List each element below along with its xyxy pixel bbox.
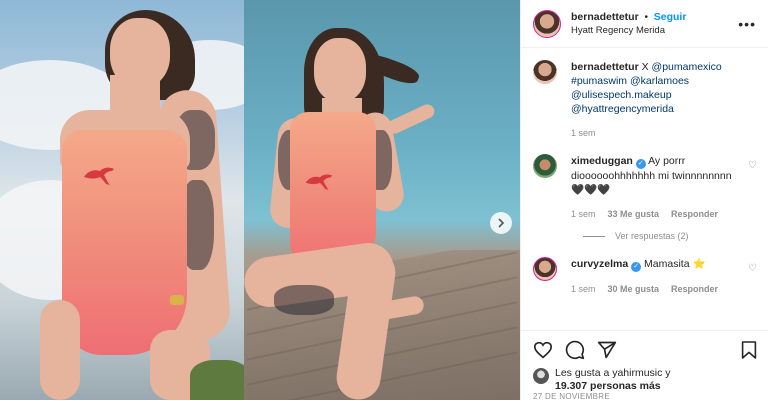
caption-avatar[interactable]	[533, 60, 557, 84]
mention-pumamexico[interactable]: @pumamexico	[652, 61, 722, 73]
share-icon[interactable]	[597, 340, 617, 360]
commenter-username[interactable]: curvyzelma	[571, 258, 628, 270]
view-replies-label: Ver respuestas (2)	[615, 231, 689, 241]
commenter-avatar[interactable]	[533, 154, 557, 178]
photo-woman-sitting	[244, 0, 520, 400]
comment-like-heart-icon[interactable]: ♡	[748, 160, 757, 171]
verified-badge-icon: ✓	[631, 262, 642, 272]
comment-time[interactable]: 1 sem	[571, 282, 596, 296]
instagram-post: bernadettetur • Seguir Hyatt Regency Mer…	[0, 0, 768, 401]
mention-ulisespech[interactable]: @ulisespech.makeup	[571, 89, 672, 101]
author-avatar[interactable]	[533, 9, 561, 38]
photo-woman-standing	[0, 0, 244, 400]
likes-summary[interactable]: Les gusta a yahirmusic y 19.307 personas…	[533, 367, 757, 393]
hashtag-pumaswim[interactable]: #pumaswim	[571, 75, 627, 87]
heart-icon[interactable]	[533, 341, 553, 359]
view-replies-button[interactable]: Ver respuestas (2)	[583, 231, 757, 241]
caption: bernadettetur X @pumamexico #pumaswim @k…	[533, 60, 757, 140]
mention-karlamoes[interactable]: @karlamoes	[630, 75, 689, 87]
comment-item: curvyzelma ✓ Mamasita ⭐ 1 sem 30 Me gust…	[533, 257, 757, 296]
verified-badge-icon: ✓	[635, 159, 646, 169]
comment-likes[interactable]: 33 Me gusta	[608, 207, 660, 221]
caption-time[interactable]: 1 sem	[571, 126, 596, 140]
comment-like-heart-icon[interactable]: ♡	[748, 263, 757, 274]
puma-logo-2	[305, 174, 333, 190]
commenter-username[interactable]: ximeduggan	[571, 155, 633, 167]
chevron-right-icon	[498, 218, 505, 228]
post-details-panel: bernadettetur • Seguir Hyatt Regency Mer…	[520, 0, 768, 401]
reply-button[interactable]: Responder	[671, 207, 718, 221]
post-header: bernadettetur • Seguir Hyatt Regency Mer…	[521, 0, 768, 48]
comments-section: bernadettetur X @pumamexico #pumaswim @k…	[521, 48, 768, 330]
bookmark-icon[interactable]	[741, 340, 757, 360]
comment-likes[interactable]: 30 Me gusta	[608, 282, 660, 296]
comment-icon[interactable]	[565, 340, 585, 360]
likes-line-1: Les gusta a yahirmusic y	[555, 367, 671, 379]
more-horizontal-icon[interactable]: •••	[738, 16, 756, 32]
caption-username[interactable]: bernadettetur	[571, 61, 639, 73]
replies-divider	[583, 235, 605, 237]
liker-avatar	[533, 368, 549, 384]
comment-item: ximeduggan ✓ Ay porrr dioooooohhhhhhh mi…	[533, 154, 757, 221]
puma-logo	[84, 167, 114, 185]
mention-hyattregencymerida[interactable]: @hyattregencymerida	[571, 103, 674, 115]
carousel-next-button[interactable]	[490, 212, 512, 234]
post-actions: Les gusta a yahirmusic y 19.307 personas…	[521, 330, 768, 393]
location-link[interactable]: Hyatt Regency Merida	[571, 24, 738, 37]
caption-text: X	[641, 61, 649, 73]
post-media-carousel[interactable]	[0, 0, 520, 400]
separator-dot: •	[644, 11, 648, 23]
comment-time[interactable]: 1 sem	[571, 207, 596, 221]
author-username[interactable]: bernadettetur	[571, 11, 639, 23]
commenter-avatar[interactable]	[533, 257, 557, 281]
comment-text: Mamasita ⭐	[644, 258, 706, 270]
reply-button[interactable]: Responder	[671, 282, 718, 296]
follow-button[interactable]: Seguir	[654, 11, 687, 23]
